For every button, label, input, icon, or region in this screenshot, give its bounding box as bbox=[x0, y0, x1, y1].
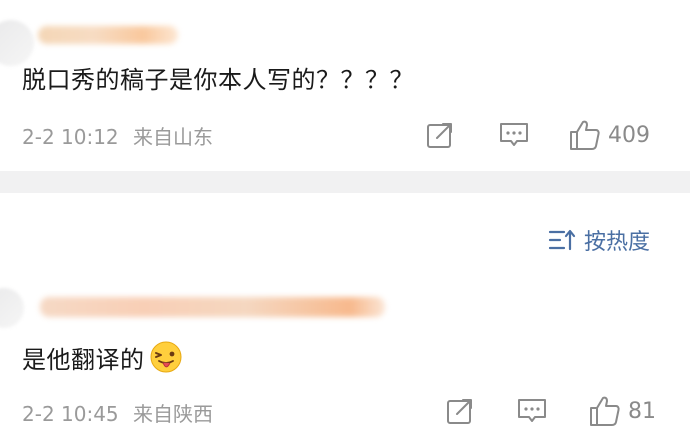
like-icon bbox=[590, 396, 620, 426]
comment-text: 是他翻译的 bbox=[22, 340, 183, 375]
comment-icon bbox=[518, 399, 546, 422]
sort-label: 按热度 bbox=[584, 230, 651, 255]
section-divider bbox=[0, 171, 690, 193]
username-blurred[interactable] bbox=[38, 26, 178, 44]
like-icon bbox=[570, 120, 600, 150]
reply-button[interactable] bbox=[498, 120, 530, 150]
sort-icon bbox=[548, 229, 576, 251]
reply-button[interactable] bbox=[516, 396, 548, 426]
share-button[interactable] bbox=[445, 396, 475, 426]
like-button[interactable]: 409 bbox=[568, 118, 650, 152]
share-icon bbox=[427, 123, 452, 148]
comment-text-content: 是他翻译的 bbox=[22, 346, 145, 374]
comment-meta: 2-2 10:45 来自陕西 bbox=[22, 398, 213, 427]
like-count: 81 bbox=[628, 398, 656, 424]
share-button[interactable] bbox=[425, 120, 455, 150]
sort-by-hot-button[interactable]: 按热度 bbox=[548, 224, 650, 256]
comment-location: 来自山东 bbox=[133, 125, 214, 149]
share-icon bbox=[447, 399, 472, 424]
comment-text: 脱口秀的稿子是你本人写的？？？？ bbox=[22, 66, 414, 94]
tongue-wink-emoji bbox=[150, 341, 181, 373]
comment-location: 来自陕西 bbox=[133, 402, 214, 426]
comment-meta: 2-2 10:12 来自山东 bbox=[22, 121, 213, 150]
avatar[interactable] bbox=[0, 20, 34, 66]
comment-icon bbox=[500, 123, 528, 146]
comment-date: 2-2 10:45 bbox=[22, 402, 119, 426]
like-button[interactable]: 81 bbox=[588, 394, 656, 428]
like-count: 409 bbox=[608, 122, 650, 148]
username-blurred[interactable] bbox=[40, 297, 385, 317]
comment-date: 2-2 10:12 bbox=[22, 125, 119, 149]
avatar[interactable] bbox=[0, 288, 24, 328]
